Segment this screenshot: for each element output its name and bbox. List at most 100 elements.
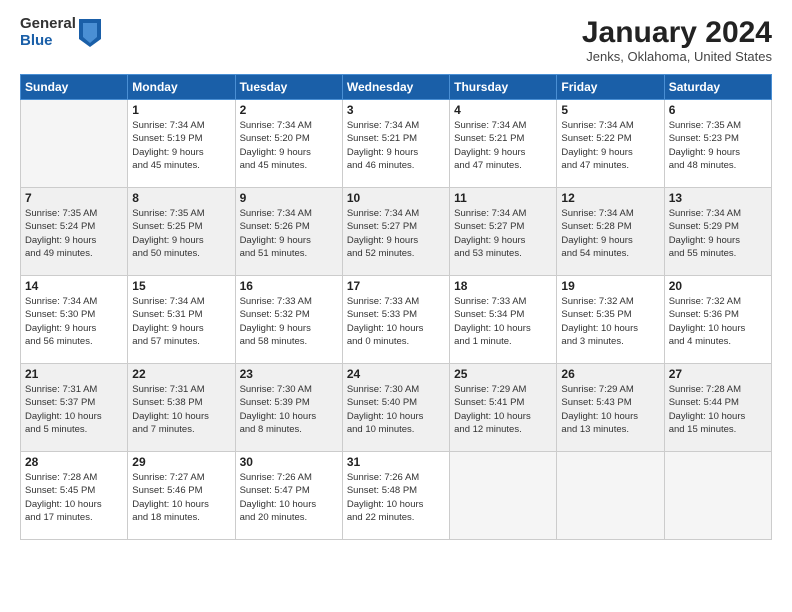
calendar-week-row: 21 Sunrise: 7:31 AMSunset: 5:37 PMDayligh… [21,364,772,452]
calendar-cell: 30 Sunrise: 7:26 AMSunset: 5:47 PMDayligh… [235,452,342,540]
weekday-header-row: Sunday Monday Tuesday Wednesday Thursday… [21,75,772,100]
calendar-cell: 9 Sunrise: 7:34 AMSunset: 5:26 PMDaylight… [235,188,342,276]
day-number: 21 [25,367,123,381]
weekday-wednesday: Wednesday [342,75,449,100]
calendar: Sunday Monday Tuesday Wednesday Thursday… [20,74,772,540]
day-info: Sunrise: 7:35 AMSunset: 5:24 PMDaylight:… [25,207,123,260]
calendar-cell: 8Sunrise: 7:35 AMSunset: 5:25 PMDaylight… [128,188,235,276]
calendar-cell: 2 Sunrise: 7:34 AMSunset: 5:20 PMDaylight… [235,100,342,188]
header: General Blue January 2024 Jenks, Oklahom… [20,16,772,64]
calendar-cell: 15Sunrise: 7:34 AMSunset: 5:31 PMDayligh… [128,276,235,364]
day-info: Sunrise: 7:34 AMSunset: 5:28 PMDaylight:… [561,207,659,260]
calendar-cell: 7 Sunrise: 7:35 AMSunset: 5:24 PMDaylight… [21,188,128,276]
day-number: 29 [132,455,230,469]
calendar-cell: 14Sunrise: 7:34 AMSunset: 5:30 PMDayligh… [21,276,128,364]
calendar-cell: 31Sunrise: 7:26 AMSunset: 5:48 PMDayligh… [342,452,449,540]
calendar-week-row: 14Sunrise: 7:34 AMSunset: 5:30 PMDayligh… [21,276,772,364]
day-number: 19 [561,279,659,293]
month-title: January 2024 [582,16,772,49]
day-info: Sunrise: 7:35 AMSunset: 5:25 PMDaylight:… [132,207,230,260]
weekday-thursday: Thursday [450,75,557,100]
day-number: 10 [347,191,445,205]
weekday-sunday: Sunday [21,75,128,100]
weekday-tuesday: Tuesday [235,75,342,100]
day-number: 12 [561,191,659,205]
calendar-cell: 18 Sunrise: 7:33 AMSunset: 5:34 PMDayligh… [450,276,557,364]
weekday-friday: Friday [557,75,664,100]
day-number: 15 [132,279,230,293]
day-number: 7 [25,191,123,205]
day-info: Sunrise: 7:31 AMSunset: 5:37 PMDaylight:… [25,383,123,436]
weekday-saturday: Saturday [664,75,771,100]
day-number: 17 [347,279,445,293]
calendar-cell: 26 Sunrise: 7:29 AMSunset: 5:43 PMDayligh… [557,364,664,452]
calendar-cell: 10 Sunrise: 7:34 AMSunset: 5:27 PMDayligh… [342,188,449,276]
day-number: 22 [132,367,230,381]
calendar-cell: 21 Sunrise: 7:31 AMSunset: 5:37 PMDayligh… [21,364,128,452]
day-info: Sunrise: 7:29 AMSunset: 5:43 PMDaylight:… [561,383,659,436]
calendar-cell: 23 Sunrise: 7:30 AMSunset: 5:39 PMDayligh… [235,364,342,452]
title-block: January 2024 Jenks, Oklahoma, United Sta… [582,16,772,64]
calendar-cell: 17 Sunrise: 7:33 AMSunset: 5:33 PMDayligh… [342,276,449,364]
day-number: 2 [240,103,338,117]
calendar-cell: 1 Sunrise: 7:34 AMSunset: 5:19 PMDaylight… [128,100,235,188]
calendar-cell [450,452,557,540]
day-number: 4 [454,103,552,117]
day-number: 27 [669,367,767,381]
day-number: 16 [240,279,338,293]
day-info: Sunrise: 7:30 AMSunset: 5:40 PMDaylight:… [347,383,445,436]
calendar-cell: 29 Sunrise: 7:27 AMSunset: 5:46 PMDayligh… [128,452,235,540]
day-info: Sunrise: 7:29 AMSunset: 5:41 PMDaylight:… [454,383,552,436]
day-info: Sunrise: 7:34 AMSunset: 5:20 PMDaylight:… [240,119,338,172]
day-info: Sunrise: 7:34 AMSunset: 5:27 PMDaylight:… [454,207,552,260]
calendar-cell [21,100,128,188]
weekday-monday: Monday [128,75,235,100]
calendar-cell: 6 Sunrise: 7:35 AMSunset: 5:23 PMDaylight… [664,100,771,188]
day-number: 3 [347,103,445,117]
calendar-cell: 27 Sunrise: 7:28 AMSunset: 5:44 PMDayligh… [664,364,771,452]
calendar-cell: 16Sunrise: 7:33 AMSunset: 5:32 PMDayligh… [235,276,342,364]
day-info: Sunrise: 7:34 AMSunset: 5:26 PMDaylight:… [240,207,338,260]
day-number: 13 [669,191,767,205]
calendar-cell: 24 Sunrise: 7:30 AMSunset: 5:40 PMDayligh… [342,364,449,452]
day-number: 18 [454,279,552,293]
logo-blue: Blue [20,33,76,50]
day-info: Sunrise: 7:34 AMSunset: 5:21 PMDaylight:… [347,119,445,172]
day-number: 28 [25,455,123,469]
day-number: 20 [669,279,767,293]
day-number: 30 [240,455,338,469]
day-info: Sunrise: 7:30 AMSunset: 5:39 PMDaylight:… [240,383,338,436]
page: General Blue January 2024 Jenks, Oklahom… [0,0,792,612]
calendar-cell: 3 Sunrise: 7:34 AMSunset: 5:21 PMDaylight… [342,100,449,188]
day-info: Sunrise: 7:28 AMSunset: 5:44 PMDaylight:… [669,383,767,436]
calendar-week-row: 7 Sunrise: 7:35 AMSunset: 5:24 PMDaylight… [21,188,772,276]
day-number: 23 [240,367,338,381]
calendar-cell [664,452,771,540]
day-number: 1 [132,103,230,117]
day-info: Sunrise: 7:28 AMSunset: 5:45 PMDaylight:… [25,471,123,524]
day-info: Sunrise: 7:33 AMSunset: 5:34 PMDaylight:… [454,295,552,348]
day-info: Sunrise: 7:35 AMSunset: 5:23 PMDaylight:… [669,119,767,172]
day-number: 6 [669,103,767,117]
day-number: 26 [561,367,659,381]
day-info: Sunrise: 7:34 AMSunset: 5:27 PMDaylight:… [347,207,445,260]
day-info: Sunrise: 7:34 AMSunset: 5:30 PMDaylight:… [25,295,123,348]
day-info: Sunrise: 7:33 AMSunset: 5:33 PMDaylight:… [347,295,445,348]
calendar-cell: 13Sunrise: 7:34 AMSunset: 5:29 PMDayligh… [664,188,771,276]
day-info: Sunrise: 7:34 AMSunset: 5:22 PMDaylight:… [561,119,659,172]
calendar-cell: 22 Sunrise: 7:31 AMSunset: 5:38 PMDayligh… [128,364,235,452]
logo: General Blue [20,16,101,49]
location: Jenks, Oklahoma, United States [582,49,772,64]
calendar-cell [557,452,664,540]
logo-icon [79,19,101,47]
day-info: Sunrise: 7:27 AMSunset: 5:46 PMDaylight:… [132,471,230,524]
day-number: 24 [347,367,445,381]
day-info: Sunrise: 7:26 AMSunset: 5:48 PMDaylight:… [347,471,445,524]
logo-general: General [20,16,76,33]
calendar-cell: 19Sunrise: 7:32 AMSunset: 5:35 PMDayligh… [557,276,664,364]
day-number: 9 [240,191,338,205]
calendar-week-row: 28 Sunrise: 7:28 AMSunset: 5:45 PMDayligh… [21,452,772,540]
day-info: Sunrise: 7:34 AMSunset: 5:19 PMDaylight:… [132,119,230,172]
day-info: Sunrise: 7:31 AMSunset: 5:38 PMDaylight:… [132,383,230,436]
day-info: Sunrise: 7:26 AMSunset: 5:47 PMDaylight:… [240,471,338,524]
